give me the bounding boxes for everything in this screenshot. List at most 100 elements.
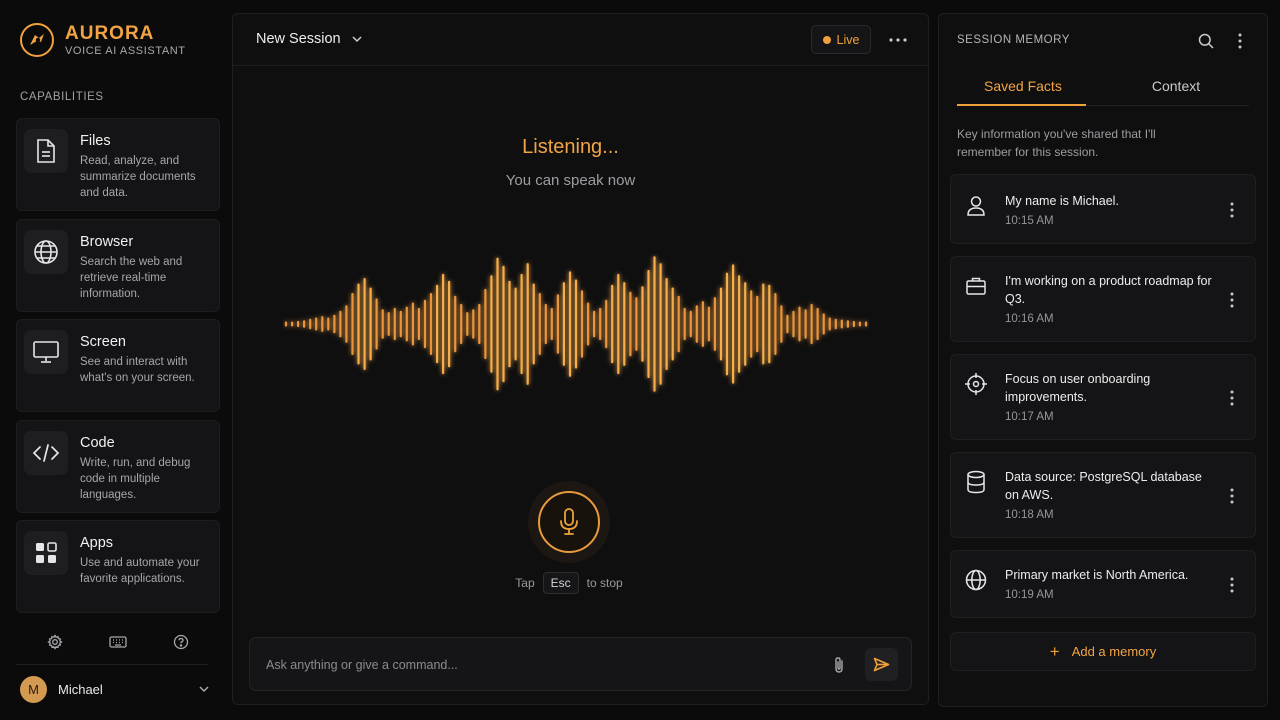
capability-title: Browser	[80, 233, 134, 250]
database-icon	[964, 470, 988, 494]
divider	[16, 664, 208, 665]
briefcase-icon	[964, 274, 988, 298]
sidebar: AURORA VOICE AI ASSISTANT CAPABILITIES F…	[0, 0, 232, 720]
command-input[interactable]	[266, 654, 806, 676]
user-icon	[964, 194, 988, 218]
send-button[interactable]	[865, 648, 898, 681]
chevron-down-icon	[199, 686, 209, 693]
mic-button-halo	[528, 481, 610, 563]
memory-item-more-button[interactable]	[1221, 574, 1243, 596]
voice-session-panel: New Session Live Listening... You can sp…	[232, 13, 929, 705]
target-icon	[964, 372, 988, 396]
search-icon	[1198, 33, 1214, 49]
hint-text: to stop	[586, 576, 623, 590]
memory-text: I'm working on a product roadmap for Q3.	[1005, 274, 1212, 306]
session-title: New Session	[256, 31, 341, 47]
memory-item-more-button[interactable]	[1221, 289, 1243, 311]
capability-title: Screen	[80, 334, 126, 350]
paperclip-icon	[835, 657, 843, 673]
brand-name: AURORA	[65, 23, 155, 44]
memory-item[interactable]: Data source: PostgreSQL database on AWS.…	[950, 452, 1256, 538]
apps-grid-icon	[24, 531, 68, 575]
capability-title: Code	[80, 434, 115, 451]
help-icon	[173, 634, 188, 650]
memory-description: Key information you've shared that I'll …	[957, 127, 1156, 159]
user-menu[interactable]: M Michael	[20, 675, 210, 703]
monitor-icon	[24, 330, 68, 374]
capability-files[interactable]: Files Read, analyze, and summarize docum…	[16, 118, 220, 211]
memory-time: 10:17 AM	[1005, 411, 1054, 423]
globe-icon	[24, 229, 68, 274]
memory-time: 10:18 AM	[1005, 509, 1054, 521]
memory-search-button[interactable]	[1195, 30, 1217, 52]
capability-description: Read, analyze, and summarize documents a…	[80, 155, 196, 199]
more-vertical-icon	[1230, 292, 1234, 308]
more-vertical-icon	[1238, 33, 1242, 49]
tab-context[interactable]: Context	[1103, 72, 1249, 105]
microphone-icon	[560, 508, 578, 535]
keyboard-shortcuts-button[interactable]	[104, 628, 132, 656]
session-header: New Session Live	[233, 14, 928, 66]
capabilities-label: CAPABILITIES	[20, 91, 104, 103]
send-icon	[873, 657, 890, 672]
memory-item-more-button[interactable]	[1221, 387, 1243, 409]
more-vertical-icon	[1230, 390, 1234, 406]
audio-waveform	[284, 256, 868, 392]
capability-description: Write, run, and debug code in multiple l…	[80, 456, 191, 501]
command-composer	[249, 637, 912, 691]
memory-time: 10:19 AM	[1005, 589, 1054, 601]
settings-button[interactable]	[41, 628, 69, 656]
capability-code[interactable]: Code Write, run, and debug code in multi…	[16, 419, 220, 513]
help-button[interactable]	[167, 628, 195, 656]
microphone-button[interactable]	[538, 491, 600, 553]
tab-saved-facts[interactable]: Saved Facts	[957, 72, 1103, 106]
live-label: Live	[836, 32, 860, 47]
capability-title: Apps	[80, 535, 114, 551]
esc-key-badge: Esc	[542, 572, 579, 594]
memory-text: Focus on user onboarding improvements.	[1005, 372, 1151, 404]
memory-text: Data source: PostgreSQL database on AWS.	[1005, 470, 1202, 502]
attach-button[interactable]	[828, 654, 850, 676]
brand: AURORA VOICE AI ASSISTANT	[20, 23, 186, 57]
memory-item-more-button[interactable]	[1221, 485, 1243, 507]
memory-text: My name is Michael.	[1005, 194, 1119, 208]
capability-title: Files	[80, 133, 111, 149]
brand-subtitle: VOICE AI ASSISTANT	[65, 45, 186, 57]
more-horizontal-icon	[889, 38, 907, 42]
session-more-button[interactable]	[884, 28, 912, 52]
chevron-down-icon	[352, 36, 362, 43]
hint-text: Tap	[515, 576, 535, 590]
session-memory-panel: SESSION MEMORY Saved Facts Context Key i…	[938, 13, 1268, 707]
gear-icon	[47, 634, 64, 650]
utility-toolbar	[16, 628, 220, 656]
capability-browser[interactable]: Browser Search the web and retrieve real…	[16, 218, 220, 312]
memory-item[interactable]: Primary market is North America. 10:19 A…	[950, 550, 1256, 618]
live-status-badge[interactable]: Live	[811, 25, 871, 54]
memory-item[interactable]: My name is Michael. 10:15 AM	[950, 174, 1256, 244]
capability-apps[interactable]: Apps Use and automate your favorite appl…	[16, 520, 220, 613]
more-vertical-icon	[1230, 202, 1234, 218]
memory-item-more-button[interactable]	[1221, 199, 1243, 221]
memory-time: 10:15 AM	[1005, 215, 1054, 227]
session-selector[interactable]: New Session	[256, 31, 363, 47]
memory-more-button[interactable]	[1229, 30, 1251, 52]
capability-screen[interactable]: Screen See and interact with what's on y…	[16, 319, 220, 412]
avatar: M	[20, 675, 47, 703]
memory-item[interactable]: Focus on user onboarding improvements. 1…	[950, 354, 1256, 440]
memory-time: 10:16 AM	[1005, 313, 1054, 325]
panel-title: SESSION MEMORY	[957, 34, 1070, 46]
capability-description: See and interact with what's on your scr…	[80, 356, 195, 384]
memory-item[interactable]: I'm working on a product roadmap for Q3.…	[950, 256, 1256, 342]
code-icon	[24, 430, 68, 475]
globe-icon	[964, 568, 988, 592]
keyboard-icon	[109, 636, 127, 648]
listening-status: Listening...	[522, 136, 619, 158]
live-dot-icon	[822, 35, 831, 44]
user-name: Michael	[58, 681, 103, 697]
add-memory-label: Add a memory	[1071, 644, 1157, 659]
more-vertical-icon	[1230, 577, 1234, 593]
stop-hint: Tap Esc to stop	[233, 572, 905, 594]
more-vertical-icon	[1230, 488, 1234, 504]
add-memory-button[interactable]: + Add a memory	[950, 632, 1256, 671]
plus-icon: +	[1049, 642, 1060, 661]
